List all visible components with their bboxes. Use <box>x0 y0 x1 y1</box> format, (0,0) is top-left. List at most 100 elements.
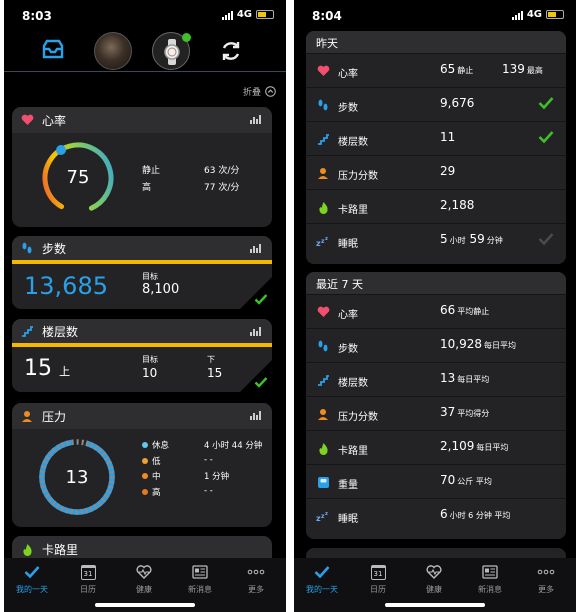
stress-card[interactable]: 压力 13 休息 4 小时 44 分钟低 - - 中 1 分钟高 - - <box>12 403 272 527</box>
metric-number-2: 139 <box>502 62 525 76</box>
metric-unit: 小时 6 分钟 平均 <box>449 511 511 520</box>
metric-unit: 公斤 平均 <box>457 477 492 486</box>
metric-number-2: 59 <box>469 232 485 246</box>
steps-goal-value: 8,100 <box>142 282 180 297</box>
goal-check-icon <box>538 130 554 147</box>
signal-icon <box>511 10 523 20</box>
sleep-icon: zzz <box>316 509 330 523</box>
yesterday-panel: 昨天 心率 65 静止 139 最高 步数 9,676 楼层数 11 压力分数 29 卡路里 2,18… <box>306 31 566 264</box>
chart-icon[interactable] <box>250 326 262 336</box>
metric-label: 步数 <box>338 103 358 114</box>
checkmark-icon <box>294 562 350 582</box>
signal-icon <box>221 10 233 20</box>
last-7-days-row[interactable]: 卡路里 2,109 每日平均 <box>306 430 566 464</box>
network-label: 4G <box>236 9 252 20</box>
calendar-icon: 31 <box>350 562 406 582</box>
watch-device-button[interactable] <box>152 32 191 70</box>
metric-label: 睡眠 <box>338 239 358 250</box>
tab-my-day[interactable]: 我的一天 <box>4 562 60 595</box>
flame-icon <box>316 200 330 214</box>
metric-number: 37 <box>440 405 456 419</box>
status-time: 8:03 <box>22 9 52 23</box>
tab-calendar[interactable]: 31 日历 <box>60 562 116 595</box>
metric-number: 65 <box>440 62 456 76</box>
last-7-days-row[interactable]: 压力分数 37 平均得分 <box>306 396 566 430</box>
metric-unit-2: 最高 <box>526 66 543 75</box>
metric-label: 心率 <box>338 69 358 80</box>
heart-rate-card[interactable]: 心率 75 静止 63 次/分 高 77 次/分 <box>12 107 272 227</box>
collapse-toggle[interactable]: 折叠 <box>243 85 276 98</box>
metric-number: 66 <box>440 303 456 317</box>
metric-number: 70 <box>440 473 456 487</box>
tab-health[interactable]: 健康 <box>406 562 462 595</box>
device-nav-bar <box>4 28 286 74</box>
inbox-icon[interactable] <box>34 32 72 74</box>
yesterday-row[interactable]: 楼层数 11 <box>306 121 566 155</box>
tab-calendar[interactable]: 31 日历 <box>350 562 406 595</box>
metric-number: 13 <box>440 371 456 385</box>
metric-number: 2,188 <box>440 198 475 212</box>
phone-screen-summary: 8:04 4G 昨天 心率 65 静止 139 最高 步数 9,676 楼层数 11 压力分数 2… <box>294 0 576 612</box>
tab-label: 健康 <box>426 585 442 594</box>
metric-number: 29 <box>440 164 456 178</box>
home-indicator <box>95 603 195 607</box>
stress-level-row: 高- - <box>142 486 267 502</box>
status-bar: 8:04 4G <box>294 0 576 30</box>
status-bar: 8:03 4G <box>4 0 286 30</box>
tab-label: 日历 <box>80 585 96 594</box>
metric-label: 睡眠 <box>338 514 358 525</box>
heart-icon <box>20 113 34 127</box>
tab-health[interactable]: 健康 <box>116 562 172 595</box>
tab-more[interactable]: 更多 <box>518 562 574 595</box>
last-7-days-row[interactable]: z z z 睡眠 6 小时 6 分钟 平均 <box>306 498 566 532</box>
heart-rate-title: 心率 <box>42 113 67 128</box>
stress-level-value: - - <box>204 454 213 465</box>
steps-title: 步数 <box>42 241 67 256</box>
flame-icon <box>20 542 34 556</box>
user-avatar[interactable] <box>94 32 132 70</box>
last-7-days-row[interactable]: 重量 70 公斤 平均 <box>306 464 566 498</box>
metric-value: 70 公斤 平均 <box>440 473 492 487</box>
last-7-days-row[interactable]: 心率 66 平均静止 <box>306 294 566 328</box>
tab-more[interactable]: 更多 <box>228 562 284 595</box>
floors-down-value: 15 <box>207 366 223 380</box>
tab-news[interactable]: 新消息 <box>462 562 518 595</box>
goal-check-icon <box>538 232 554 249</box>
steps-card[interactable]: 步数 13,685 目标 8,100 <box>12 236 272 309</box>
stress-title: 压力 <box>42 409 67 424</box>
battery-icon <box>546 10 564 19</box>
last-7-days-title: 最近 7 天 <box>306 272 566 294</box>
chart-icon[interactable] <box>250 410 262 420</box>
svg-text:z: z <box>325 236 328 242</box>
svg-text:z: z <box>325 511 328 517</box>
tab-label: 更多 <box>538 585 554 594</box>
metric-label: 楼层数 <box>338 378 368 389</box>
status-time: 8:04 <box>312 9 342 23</box>
metric-unit: 每日平均 <box>484 341 516 350</box>
last-7-days-row[interactable]: 步数 10,928 每日平均 <box>306 328 566 362</box>
yesterday-row[interactable]: 卡路里 2,188 <box>306 189 566 223</box>
calendar-day: 31 <box>80 564 96 580</box>
metric-value: 65 静止 <box>440 62 473 76</box>
yesterday-row[interactable]: z z z 睡眠 5 小时 59 分钟 <box>306 223 566 257</box>
last-7-days-row[interactable]: 楼层数 13 每日平均 <box>306 362 566 396</box>
floors-goal-value: 10 <box>142 366 158 380</box>
chart-icon[interactable] <box>250 243 262 253</box>
yesterday-row[interactable]: 心率 65 静止 139 最高 <box>306 53 566 87</box>
resting-label: 静止 <box>142 166 161 176</box>
metric-value: 13 每日平均 <box>440 371 489 385</box>
high-value: 77 次/分 <box>204 183 240 193</box>
heart-pulse-icon <box>406 562 462 582</box>
tab-my-day[interactable]: 我的一天 <box>294 562 350 595</box>
yesterday-row[interactable]: 步数 9,676 <box>306 87 566 121</box>
network-label: 4G <box>526 9 542 20</box>
yesterday-row[interactable]: 压力分数 29 <box>306 155 566 189</box>
sync-icon[interactable] <box>212 32 250 70</box>
stairs-icon <box>316 132 330 146</box>
stress-level-value: 1 分钟 <box>204 472 230 482</box>
metric-label: 楼层数 <box>338 137 368 148</box>
chevron-up-icon <box>265 86 276 97</box>
floors-card[interactable]: 楼层数 15 上 目标 10 下 15 <box>12 319 272 392</box>
chart-icon[interactable] <box>250 114 262 124</box>
tab-news[interactable]: 新消息 <box>172 562 228 595</box>
